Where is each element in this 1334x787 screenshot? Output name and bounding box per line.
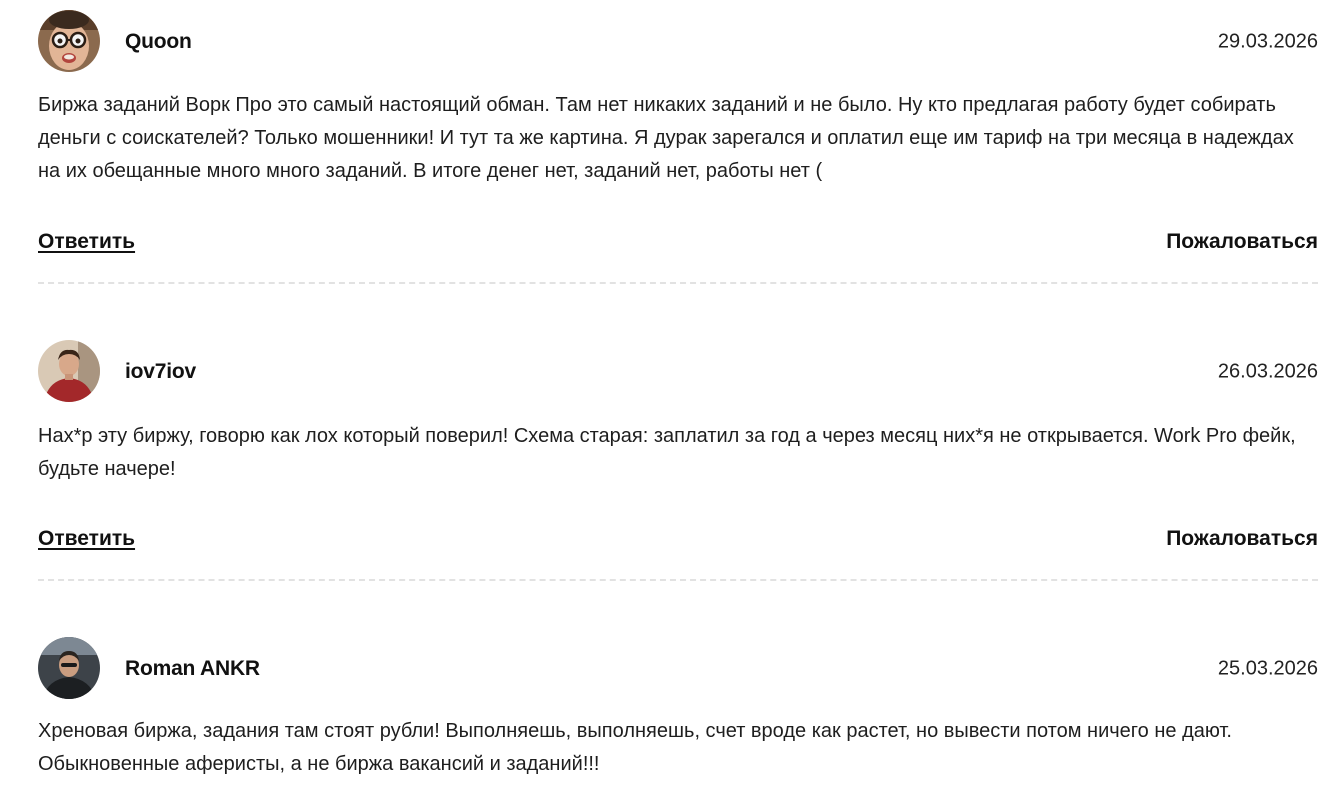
- reply-link[interactable]: Ответить: [38, 230, 135, 254]
- avatar-red-hoodie-icon: [38, 340, 100, 402]
- comment-header: iov7iov 26.03.2026: [38, 340, 1318, 404]
- avatar[interactable]: [38, 10, 100, 72]
- comment-author: iov7iov: [125, 360, 196, 383]
- comment-author: Quoon: [125, 30, 192, 53]
- comment-actions: Ответить Пожаловаться: [38, 527, 1318, 555]
- comment-header: Roman ANKR 25.03.2026: [38, 637, 1318, 701]
- comment-divider: [38, 579, 1318, 581]
- comment-header: Quoon 29.03.2026: [38, 10, 1318, 74]
- report-link[interactable]: Пожаловаться: [1166, 230, 1318, 254]
- avatar-car-selfie-icon: [38, 637, 100, 699]
- comment-divider: [38, 282, 1318, 284]
- comment-item: Roman ANKR 25.03.2026 Хреновая биржа, за…: [38, 637, 1318, 775]
- comment-text: Нах*р эту биржу, говорю как лох который …: [38, 425, 1296, 480]
- reply-link[interactable]: Ответить: [38, 527, 135, 551]
- avatar-glasses-man-icon: [38, 10, 100, 72]
- comment-date: 25.03.2026: [1217, 657, 1318, 680]
- report-link[interactable]: Пожаловаться: [1166, 527, 1318, 551]
- comment-date: 29.03.2026: [1217, 30, 1318, 53]
- avatar[interactable]: [38, 340, 100, 402]
- comment-author: Roman ANKR: [125, 657, 260, 680]
- comment-item: Quoon 29.03.2026 Биржа заданий Ворк Про …: [38, 10, 1318, 284]
- comment-actions: Ответить Пожаловаться: [38, 230, 1318, 258]
- comment-date: 26.03.2026: [1217, 360, 1318, 383]
- avatar[interactable]: [38, 637, 100, 699]
- comment-text: Хреновая биржа, задания там стоят рубли!…: [38, 720, 1232, 775]
- comment-text: Биржа заданий Ворк Про это самый настоящ…: [38, 94, 1294, 182]
- comment-item: iov7iov 26.03.2026 Нах*р эту биржу, гово…: [38, 340, 1318, 581]
